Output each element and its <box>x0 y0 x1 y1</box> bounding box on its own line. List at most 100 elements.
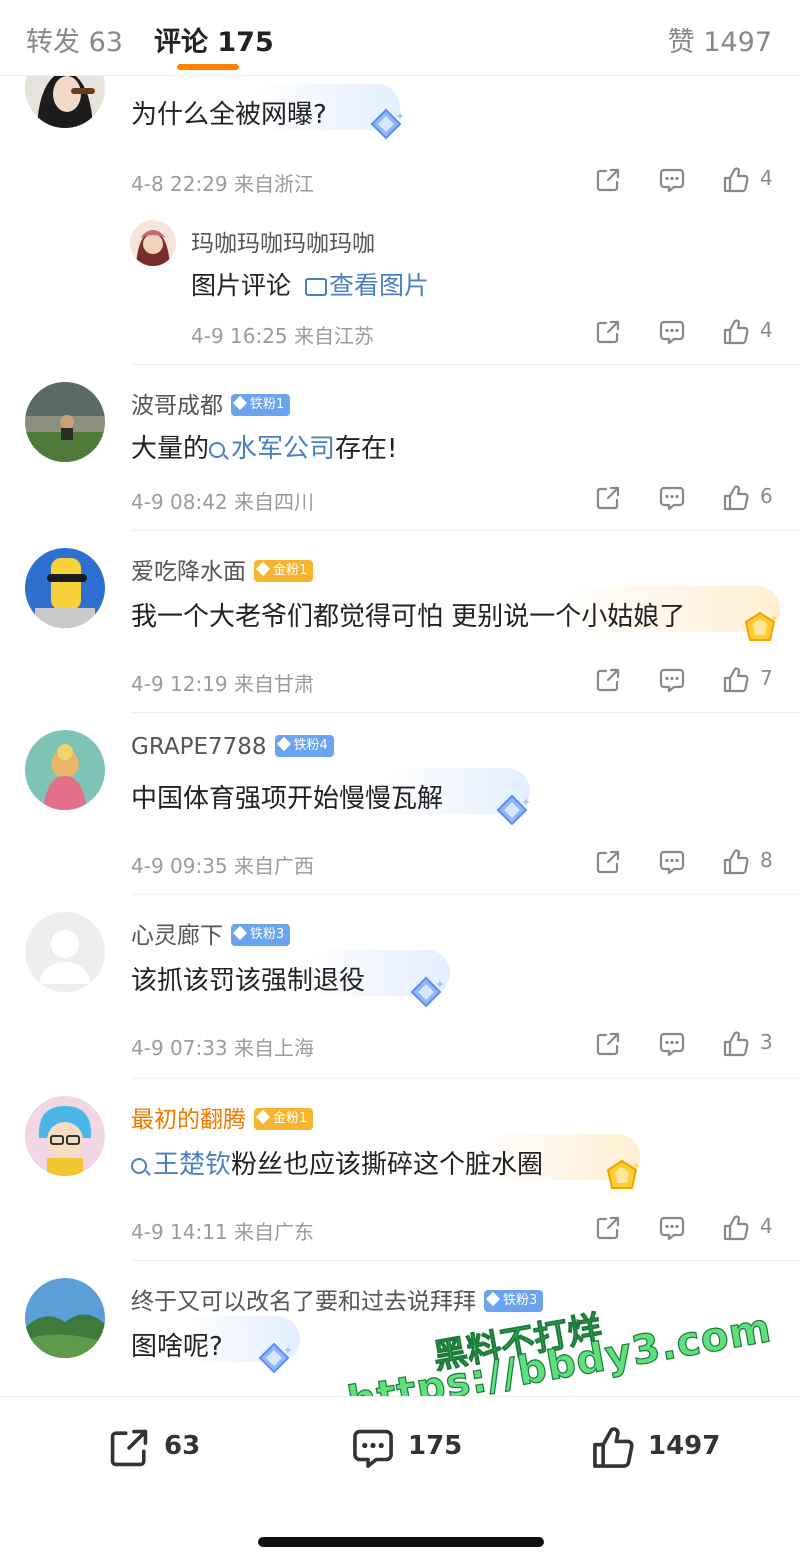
topic-link[interactable]: 水军公司 <box>209 434 335 464</box>
tab-bar: 转发 63 评论 175 赞 1497 <box>0 0 800 76</box>
comment-text: 中国体育强项开始慢慢瓦解 <box>131 784 444 814</box>
like-count: 4 <box>760 1214 773 1238</box>
diamond-icon <box>406 972 446 1012</box>
thumbs-up-icon <box>722 318 750 346</box>
image-icon <box>304 278 327 296</box>
comment-feed[interactable]: 为什么全被网曝? 4-8 22:29 来自浙江 4 玛咖玛咖玛咖玛咖 图片评论 … <box>0 76 800 1396</box>
tab-reposts[interactable]: 转发 63 <box>26 20 123 59</box>
reply-actions: 4 <box>594 318 774 348</box>
avatar[interactable] <box>25 912 105 992</box>
share-icon[interactable] <box>594 318 622 348</box>
diamond-icon <box>492 790 532 830</box>
topic-link[interactable]: 王楚钦 <box>131 1150 231 1180</box>
comment-meta: 4-8 22:29 来自浙江 <box>131 172 315 196</box>
username[interactable]: 最初的翻腾 金粉1 <box>131 1100 314 1134</box>
comment-text: 为什么全被网曝? <box>131 100 327 130</box>
diamond-icon <box>254 1338 294 1378</box>
reply-text-prefix: 图片评论 <box>191 271 292 300</box>
tab-comments[interactable]: 评论 175 <box>154 20 274 59</box>
comment-item: 心灵廊下 铁粉3 该抓该罚该强制退役 4-9 07:33 来自上海 3 <box>0 896 800 1080</box>
reply-meta: 4-9 16:25 来自江苏 <box>191 324 375 348</box>
search-icon <box>209 442 226 458</box>
home-indicator[interactable] <box>258 1537 544 1547</box>
avatar[interactable] <box>25 76 105 128</box>
thumbs-up-icon <box>722 166 750 194</box>
avatar[interactable] <box>25 1096 105 1176</box>
like-count: 3 <box>760 1030 773 1054</box>
like-button[interactable]: 7 <box>722 666 773 696</box>
username[interactable]: 心灵廊下 铁粉3 <box>131 916 291 950</box>
reply-avatar[interactable] <box>130 220 176 266</box>
reply-icon[interactable] <box>658 666 686 696</box>
comment-actions: 7 <box>594 666 774 696</box>
like-button[interactable]: 4 <box>722 1214 773 1244</box>
comment-actions: 4 <box>594 1214 774 1244</box>
share-icon[interactable] <box>594 1030 622 1060</box>
like-count: 6 <box>760 484 773 508</box>
fan-badge: 铁粉1 <box>231 393 291 416</box>
comment-text: 大量的 水军公司存在! <box>131 434 398 464</box>
username[interactable]: 波哥成都 铁粉1 <box>131 386 291 420</box>
comment-text: 王楚钦粉丝也应该撕碎这个脏水圈 <box>131 1144 543 1181</box>
thumbs-up-icon <box>722 484 750 512</box>
repost-button[interactable]: 63 <box>106 1425 200 1469</box>
comment-item: 波哥成都 铁粉1 大量的 水军公司存在! 4-9 08:42 来自四川 6 <box>0 366 800 532</box>
reply-icon[interactable] <box>658 166 686 196</box>
like-button[interactable]: 8 <box>722 848 773 878</box>
share-icon[interactable] <box>594 666 622 696</box>
comment-button[interactable]: 175 <box>350 1425 462 1469</box>
comment-item: 爱吃降水面 金粉1 我一个大老爷们都觉得可怕 更别说一个小姑娘了 4-9 12:1… <box>0 532 800 714</box>
share-icon[interactable] <box>594 1214 622 1244</box>
comment-actions: 4 <box>594 166 774 196</box>
avatar[interactable] <box>25 1278 105 1358</box>
comment-item: GRAPE7788 铁粉4 中国体育强项开始慢慢瓦解 4-9 09:35 来自广西… <box>0 714 800 896</box>
diamond-icon <box>366 104 406 144</box>
reply-username[interactable]: 玛咖玛咖玛咖玛咖 <box>191 224 375 258</box>
share-icon[interactable] <box>594 848 622 878</box>
comment-meta: 4-9 14:11 来自广东 <box>131 1220 315 1244</box>
bottom-action-bar: 63 175 1497 <box>0 1396 800 1496</box>
like-button[interactable]: 3 <box>722 1030 773 1060</box>
username[interactable]: GRAPE7788 铁粉4 <box>131 734 334 760</box>
view-image-link[interactable]: 查看图片 <box>299 271 429 300</box>
like-count: 7 <box>760 666 773 690</box>
reply-icon[interactable] <box>658 318 686 348</box>
comment-meta: 4-9 09:35 来自广西 <box>131 854 315 878</box>
thumbs-up-icon <box>722 848 750 876</box>
search-icon <box>131 1158 147 1174</box>
like-button[interactable]: 4 <box>722 318 773 348</box>
tab-likes[interactable]: 赞 1497 <box>668 20 772 59</box>
thumbs-up-icon <box>593 1427 634 1468</box>
divider <box>131 1078 800 1079</box>
comment-meta: 4-9 12:19 来自甘肃 <box>131 672 315 696</box>
like-count: 4 <box>760 318 773 342</box>
share-icon[interactable] <box>594 484 622 514</box>
fan-badge: 铁粉4 <box>274 734 334 757</box>
reply-icon[interactable] <box>658 1030 686 1060</box>
username[interactable]: 终于又可以改名了要和过去说拜拜 铁粉3 <box>131 1282 544 1316</box>
comment-text: 该抓该罚该强制退役 <box>131 966 366 996</box>
comment-meta: 4-9 08:42 来自四川 <box>131 490 315 514</box>
reply-icon[interactable] <box>658 848 686 878</box>
gold-gem-icon <box>740 608 780 648</box>
share-icon[interactable] <box>594 166 622 196</box>
avatar[interactable] <box>25 382 105 462</box>
username[interactable]: 爱吃降水面 金粉1 <box>131 552 314 586</box>
comment-text: 我一个大老爷们都觉得可怕 更别说一个小姑娘了 <box>131 602 686 632</box>
fan-badge: 金粉1 <box>254 1107 314 1130</box>
comment-actions: 3 <box>594 1030 774 1060</box>
gold-gem-icon <box>602 1156 642 1196</box>
divider <box>131 894 800 895</box>
avatar[interactable] <box>25 548 105 628</box>
active-tab-indicator <box>177 64 239 70</box>
like-button[interactable]: 6 <box>722 484 773 514</box>
reply-text: 图片评论 查看图片 <box>191 266 429 302</box>
like-button[interactable]: 4 <box>722 166 773 196</box>
reply-icon[interactable] <box>658 484 686 514</box>
divider <box>131 530 800 531</box>
like-post-button[interactable]: 1497 <box>590 1425 720 1469</box>
avatar[interactable] <box>25 730 105 810</box>
reply-icon[interactable] <box>658 1214 686 1244</box>
comment-item: 最初的翻腾 金粉1 王楚钦粉丝也应该撕碎这个脏水圈 4-9 14:11 来自广东 … <box>0 1080 800 1262</box>
fan-badge: 铁粉3 <box>231 923 291 946</box>
